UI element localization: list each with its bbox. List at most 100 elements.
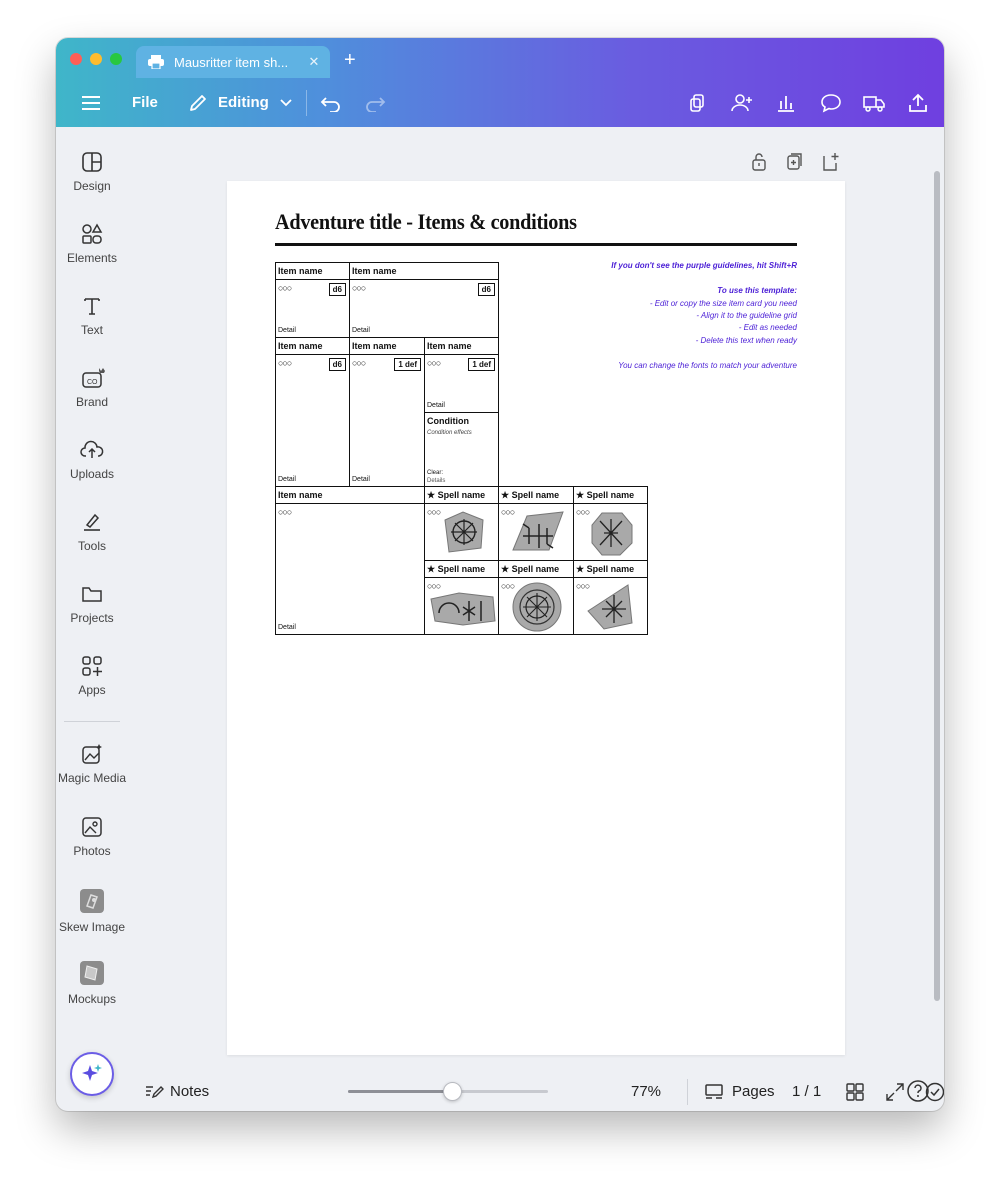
rune-stone-icon xyxy=(512,582,562,632)
new-tab-button[interactable]: + xyxy=(344,49,356,72)
share-button[interactable] xyxy=(908,78,928,127)
sidebar-item-mockups[interactable]: Mockups xyxy=(56,960,128,1006)
item-card[interactable]: Item name ○○○ d6 Detail xyxy=(349,262,499,338)
instruction-line[interactable]: - Edit or copy the size item card you ne… xyxy=(650,299,797,308)
fullscreen-button[interactable] xyxy=(886,1072,904,1111)
redo-icon xyxy=(366,96,386,112)
rune-stone-icon xyxy=(512,511,564,551)
damage-badge: d6 xyxy=(328,283,346,296)
design-page[interactable]: Adventure title - Items & conditions Ite… xyxy=(227,181,845,1055)
sidebar-item-apps[interactable]: Apps xyxy=(56,655,128,697)
help-icon xyxy=(907,1080,929,1102)
maximize-window-button[interactable] xyxy=(110,53,122,65)
spell-card[interactable]: ★ Spell name ○○○ xyxy=(573,560,648,635)
magic-assistant-button[interactable] xyxy=(70,1052,114,1096)
sidebar-item-label: Photos xyxy=(73,844,111,858)
item-card[interactable]: Item name ○○○ d6 Detail xyxy=(275,337,350,487)
bar-chart-icon xyxy=(778,95,794,112)
spell-card[interactable]: ★ Spell name ○○○ xyxy=(424,560,499,635)
rune-stone-icon xyxy=(444,511,484,553)
text-icon xyxy=(84,298,100,315)
instruction-line[interactable]: - Edit as needed xyxy=(739,323,797,332)
grid-view-button[interactable] xyxy=(846,1072,864,1111)
spell-card[interactable]: ★ Spell name ○○○ xyxy=(573,486,648,561)
rune-stone-icon xyxy=(591,512,633,556)
top-bar: Mausritter item sh... ✕ + File Editing xyxy=(56,38,944,127)
sidebar-item-tools[interactable]: Tools xyxy=(56,511,128,553)
pages-label: Pages xyxy=(732,1083,775,1100)
sidebar-item-projects[interactable]: Projects xyxy=(56,583,128,625)
sidebar-item-brand[interactable]: CO Brand xyxy=(56,367,128,409)
duplicate-icon xyxy=(787,153,802,170)
item-card[interactable]: Item name ○○○ 1 def Detail xyxy=(349,337,425,487)
page-count[interactable]: 1 / 1 xyxy=(792,1072,821,1111)
help-button[interactable] xyxy=(906,1079,930,1108)
spell-card[interactable]: ★ Spell name ○○○ xyxy=(498,486,574,561)
item-card-name: Item name xyxy=(276,263,349,280)
lock-page-button[interactable] xyxy=(750,152,768,177)
item-card[interactable]: Item name ○○○ d6 Detail xyxy=(275,262,350,338)
sidebar-item-design[interactable]: Design xyxy=(56,151,128,193)
sidebar-item-label: Brand xyxy=(75,395,109,409)
sidebar-item-skew-image[interactable]: Skew Image xyxy=(56,888,128,934)
main-toolbar: File Editing xyxy=(56,78,944,127)
resize-button[interactable] xyxy=(688,78,708,127)
share-people-button[interactable] xyxy=(730,78,754,127)
item-card-detail: Detail xyxy=(278,624,296,631)
condition-clear: Clear: xyxy=(427,470,444,476)
skew-image-icon xyxy=(80,889,104,913)
toolbar-divider xyxy=(306,90,307,116)
defense-badge: 1 def xyxy=(394,358,421,371)
instruction-line[interactable]: - Align it to the guideline grid xyxy=(696,311,797,320)
instruction-heading[interactable]: To use this template: xyxy=(717,286,797,295)
spell-card-name: ★ Spell name xyxy=(574,561,647,578)
spell-card[interactable]: ★ Spell name ○○○ xyxy=(498,560,574,635)
close-window-button[interactable] xyxy=(70,53,82,65)
undo-button[interactable] xyxy=(320,78,342,127)
comments-button[interactable] xyxy=(820,78,842,127)
expand-icon xyxy=(886,1082,904,1101)
insights-button[interactable] xyxy=(776,78,796,127)
add-page-button[interactable] xyxy=(822,152,840,177)
pages-button[interactable]: Pages xyxy=(704,1072,775,1111)
duplicate-page-button[interactable] xyxy=(786,152,804,177)
minimize-window-button[interactable] xyxy=(90,53,102,65)
item-card[interactable]: Item name ○○○ 1 def Detail xyxy=(424,337,499,413)
print-delivery-button[interactable] xyxy=(862,78,886,127)
sidebar-item-magic-media[interactable]: Magic Media xyxy=(56,743,128,785)
file-menu-button[interactable]: File xyxy=(132,78,158,127)
notes-button[interactable]: Notes xyxy=(144,1072,209,1111)
redo-button[interactable] xyxy=(364,78,386,127)
sparkle-icon xyxy=(82,1064,102,1081)
editing-mode-button[interactable]: Editing xyxy=(188,78,293,127)
bottom-bar: Notes 77% Pages 1 / 1 xyxy=(128,1072,944,1111)
canvas-scrollbar[interactable] xyxy=(934,171,940,1001)
condition-card[interactable]: Condition Condition effects Clear: Detai… xyxy=(424,412,499,487)
zoom-slider-thumb[interactable] xyxy=(443,1082,462,1101)
instruction-line[interactable]: - Delete this text when ready xyxy=(696,336,797,345)
spell-card[interactable]: ★ Spell name ○○○ xyxy=(424,486,499,561)
sidebar-item-label: Magic Media xyxy=(57,771,127,785)
sidebar-item-label: Design xyxy=(73,179,111,193)
zoom-slider[interactable] xyxy=(348,1082,548,1101)
item-card[interactable]: Item name ○○○ Detail xyxy=(275,486,425,635)
sidebar-item-text[interactable]: Text xyxy=(56,295,128,337)
instruction-line[interactable]: You can change the fonts to match your a… xyxy=(618,361,797,370)
bottom-divider xyxy=(687,1079,688,1105)
menu-button[interactable] xyxy=(82,78,102,127)
condition-title: Condition xyxy=(427,416,469,426)
usage-circles: ○○○ xyxy=(352,358,366,368)
zoom-level-button[interactable]: 77% xyxy=(631,1072,661,1111)
page-title[interactable]: Adventure title - Items & conditions xyxy=(275,209,577,235)
sidebar-item-uploads[interactable]: Uploads xyxy=(56,439,128,481)
item-card-name: Item name xyxy=(276,487,424,504)
instruction-line[interactable]: If you don't see the purple guidelines, … xyxy=(611,261,797,270)
tab-close-icon[interactable]: ✕ xyxy=(304,54,324,70)
sidebar-item-photos[interactable]: Photos xyxy=(56,816,128,858)
sidebar-item-label: Text xyxy=(80,323,103,337)
usage-circles: ○○○ xyxy=(352,283,366,293)
sidebar-item-elements[interactable]: Elements xyxy=(56,223,128,265)
browser-tab[interactable]: Mausritter item sh... ✕ xyxy=(136,46,330,78)
comment-icon xyxy=(821,93,841,112)
zoom-slider-fill xyxy=(348,1090,452,1093)
